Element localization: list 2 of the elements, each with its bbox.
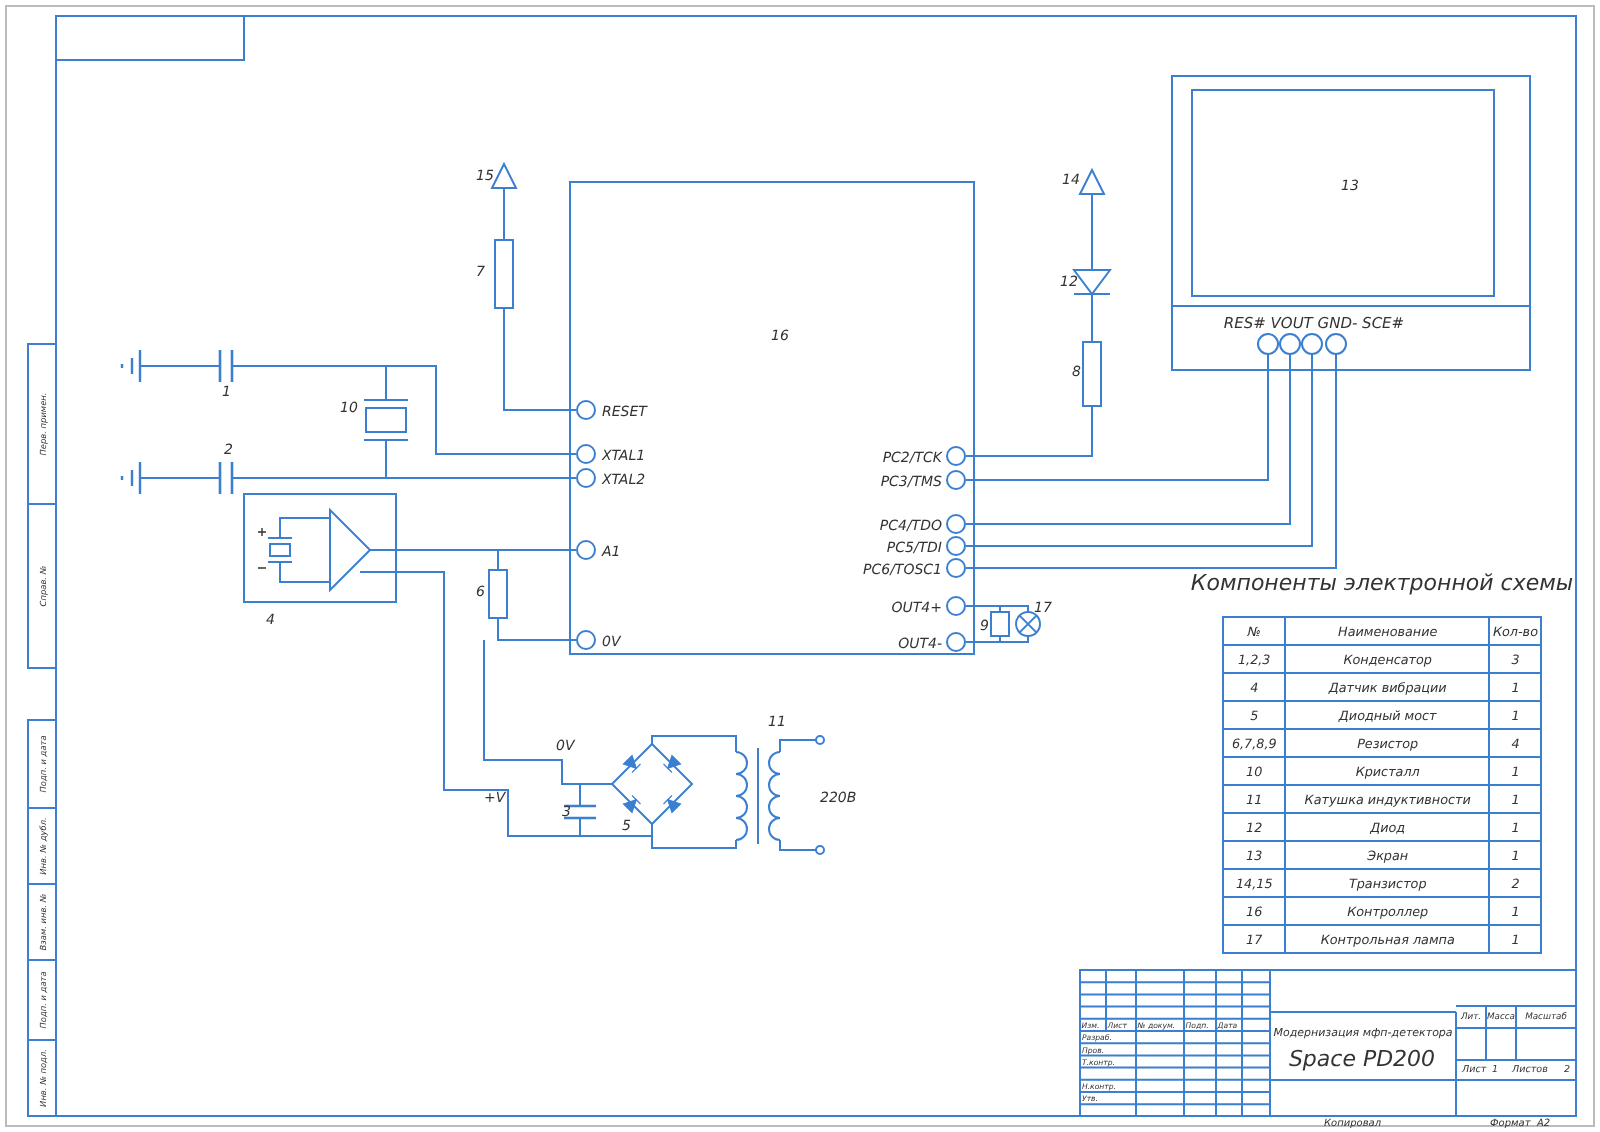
drawing-code: Space PD200 [1288,1046,1436,1072]
table-title: Компоненты электронной схемы [1190,570,1574,596]
